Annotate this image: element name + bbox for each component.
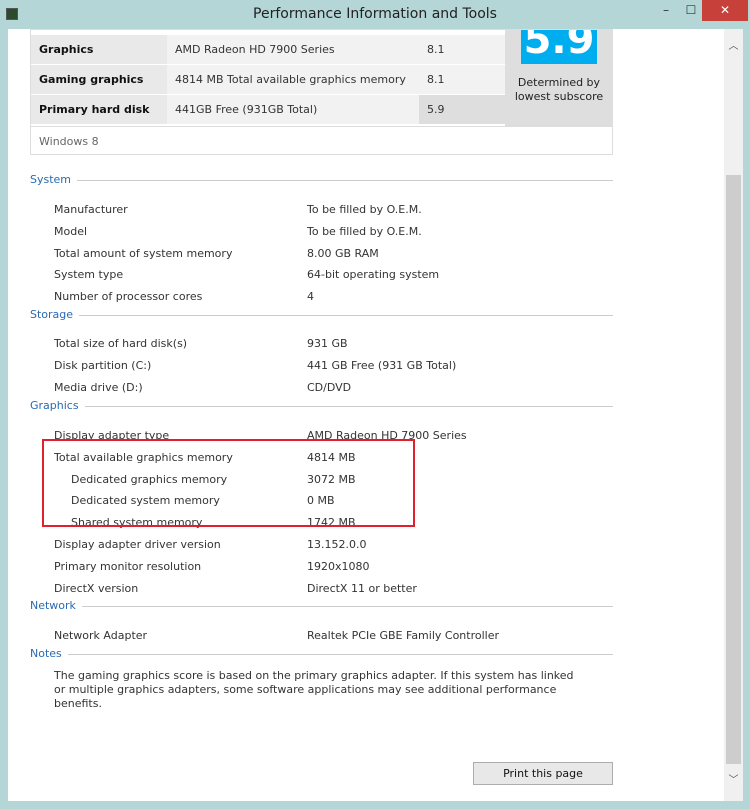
score-row: Gaming graphics 4814 MB Total available … — [31, 65, 505, 95]
base-score-panel: 5.9 Determined by lowest subscore — [505, 30, 613, 126]
score-table: Graphics AMD Radeon HD 7900 Series 8.1 G… — [30, 29, 613, 155]
score-row: Primary hard disk 441GB Free (931GB Tota… — [31, 95, 505, 125]
details: AMD Radeon HD 7900 Series — [167, 35, 419, 64]
subscore: 8.1 — [419, 35, 505, 64]
base-score-note: Determined by lowest subscore — [514, 76, 604, 103]
os-edition: Windows 8 — [31, 126, 612, 155]
window-title: Performance Information and Tools — [253, 6, 497, 22]
details: 441GB Free (931GB Total) — [167, 95, 419, 124]
section-storage: Storage — [30, 308, 613, 321]
component: Gaming graphics — [31, 65, 167, 94]
info-label: System type — [54, 268, 124, 282]
component: Graphics — [31, 35, 167, 64]
section-title: System — [30, 173, 78, 186]
section-notes: Notes — [30, 647, 613, 660]
info-value: DirectX 11 or better — [307, 581, 417, 595]
info-label: Media drive (D:) — [54, 380, 143, 394]
info-value: 8.00 GB RAM — [307, 246, 379, 260]
title-bar: Performance Information and Tools – ☐ ✕ — [0, 0, 750, 29]
close-button[interactable]: ✕ — [702, 0, 748, 21]
section-title: Graphics — [30, 399, 85, 412]
info-value: 441 GB Free (931 GB Total) — [307, 358, 457, 372]
scroll-down-icon[interactable]: ﹀ — [724, 771, 743, 786]
section-title: Network — [30, 599, 82, 612]
info-label: Number of processor cores — [54, 290, 203, 304]
section-network: Network — [30, 599, 613, 612]
minimize-button[interactable]: – — [653, 0, 679, 21]
info-label: DirectX version — [54, 581, 139, 595]
details: 4814 MB Total available graphics memory — [167, 65, 419, 94]
subscore: 5.9 — [419, 95, 505, 124]
section-system: System — [30, 173, 613, 186]
component: Primary hard disk — [31, 95, 167, 124]
info-label: Display adapter driver version — [54, 538, 221, 551]
info-value: 931 GB — [307, 337, 348, 350]
info-value: To be filled by O.E.M. — [307, 203, 422, 216]
subscore: 8.1 — [419, 65, 505, 94]
info-label: Total size of hard disk(s) — [54, 337, 188, 350]
maximize-button[interactable]: ☐ — [678, 0, 704, 21]
info-label: Network Adapter — [54, 629, 148, 642]
info-value: 4 — [307, 290, 314, 304]
section-graphics: Graphics — [30, 399, 613, 412]
info-label: Total amount of system memory — [54, 246, 233, 260]
info-label: Model — [54, 224, 88, 238]
section-title: Notes — [30, 647, 68, 660]
info-value: CD/DVD — [307, 380, 352, 394]
info-value: 13.152.0.0 — [307, 538, 367, 551]
vertical-scrollbar[interactable]: ︿ ﹀ — [724, 29, 743, 801]
info-value: 64-bit operating system — [307, 268, 440, 282]
notes-text: The gaming graphics score is based on th… — [54, 669, 574, 710]
scroll-up-icon[interactable]: ︿ — [724, 37, 743, 52]
info-label: Manufacturer — [54, 203, 128, 216]
section-title: Storage — [30, 308, 80, 321]
info-label: Primary monitor resolution — [54, 559, 202, 573]
info-value: 1920x1080 — [307, 559, 370, 573]
base-score: 5.9 — [521, 30, 597, 64]
print-button[interactable]: Print this page — [473, 762, 613, 785]
highlight-box — [42, 439, 415, 527]
scrollbar-thumb[interactable] — [726, 175, 741, 764]
info-label: Disk partition (C:) — [54, 358, 152, 372]
content-area: Graphics AMD Radeon HD 7900 Series 8.1 G… — [8, 29, 743, 801]
info-value: To be filled by O.E.M. — [307, 224, 422, 238]
score-row: Graphics AMD Radeon HD 7900 Series 8.1 — [31, 35, 505, 65]
info-value: Realtek PCIe GBE Family Controller — [307, 629, 500, 642]
